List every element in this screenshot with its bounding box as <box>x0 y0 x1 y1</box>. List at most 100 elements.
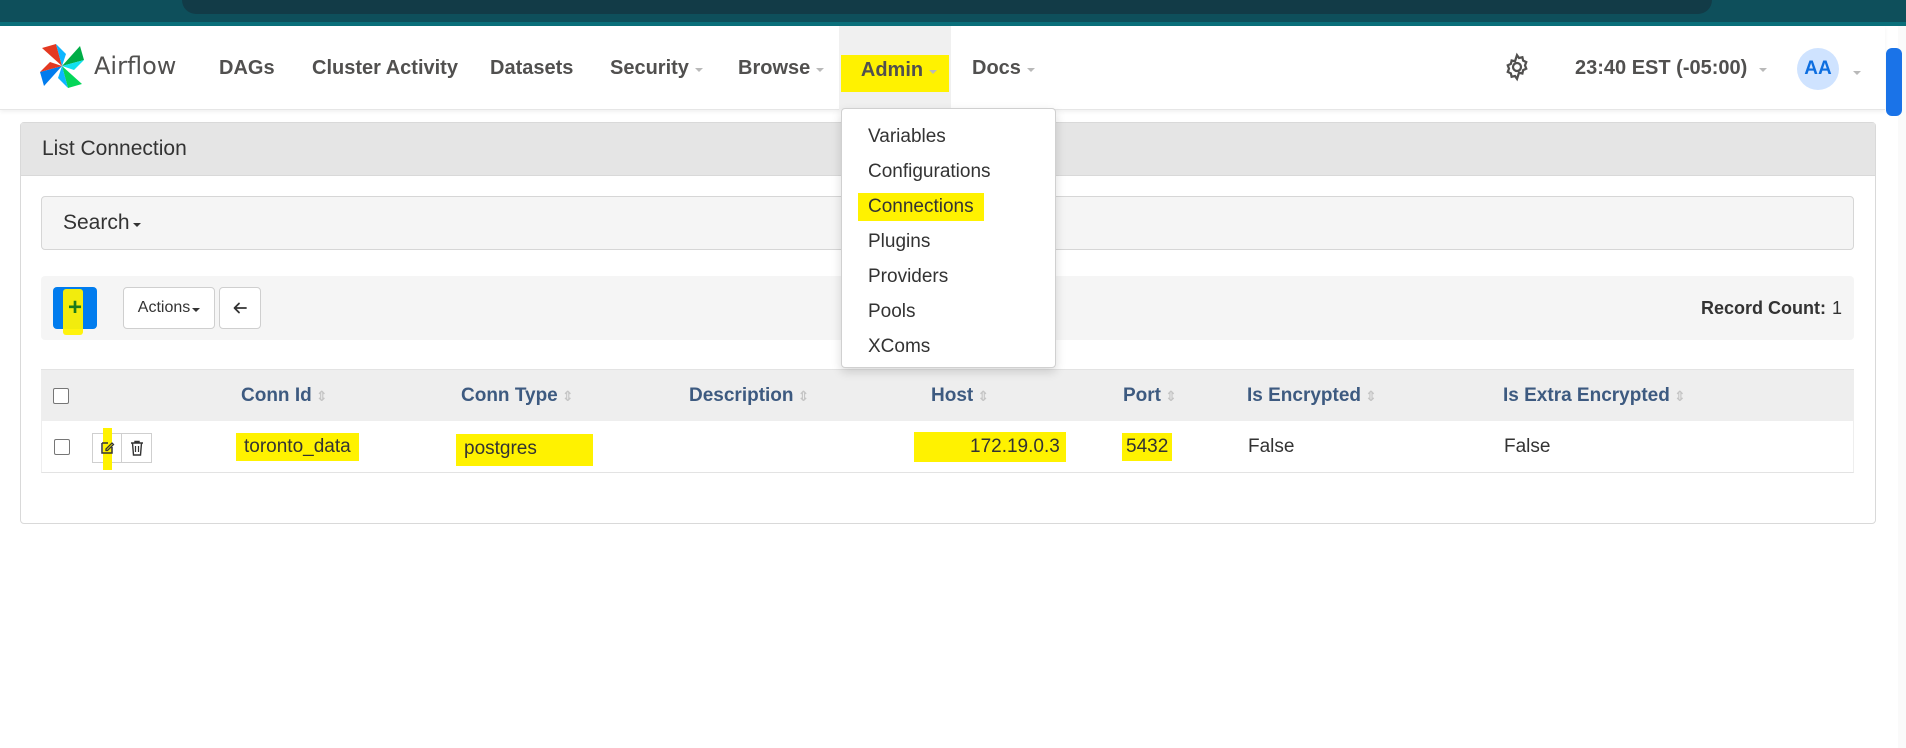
menu-item-pools[interactable]: Pools <box>842 294 1055 329</box>
column-label: Port <box>1123 385 1161 406</box>
menu-item-connections[interactable]: Connections <box>842 189 1055 224</box>
brand[interactable]: Airflow <box>36 38 176 94</box>
scrollbar-track <box>1898 26 1906 748</box>
menu-item-label: Connections <box>858 192 984 221</box>
menu-item-providers[interactable]: Providers <box>842 259 1055 294</box>
timezone-clock[interactable]: 23:40 EST (-05:00) <box>1575 26 1768 110</box>
nav-docs-label: Docs <box>972 56 1021 79</box>
add-connection-button[interactable]: + <box>53 287 97 335</box>
sort-icon: ⇕ <box>561 388 574 404</box>
table-header: Conn Id ⇕ Conn Type ⇕ Description ⇕ Host ⇕ P… <box>41 369 1854 421</box>
nav-dags-label: DAGs <box>219 56 275 79</box>
conn-id-value: toronto_data <box>236 433 359 461</box>
caret-down-icon <box>1026 67 1035 72</box>
column-header-is-extra-encrypted[interactable]: Is Extra Encrypted ⇕ <box>1503 370 1686 422</box>
search-label: Search <box>63 211 130 234</box>
trash-icon <box>130 440 143 456</box>
nav-browse-label: Browse <box>738 56 811 79</box>
host-value: 172.19.0.3 <box>914 432 1066 462</box>
nav-datasets[interactable]: Datasets <box>490 26 573 110</box>
nav-docs[interactable]: Docs <box>972 26 1035 110</box>
nav-admin[interactable]: Admin <box>839 26 951 110</box>
caret-down-icon <box>816 67 825 72</box>
menu-item-label: Plugins <box>868 230 931 252</box>
sort-icon: ⇕ <box>1673 388 1686 404</box>
menu-item-variables[interactable]: Variables <box>842 119 1055 154</box>
conn-type-value: postgres <box>456 434 593 466</box>
cell-conn-id: toronto_data <box>236 421 359 473</box>
admin-dropdown-menu: Variables Configurations Connections Plu… <box>841 108 1056 368</box>
admin-highlight: Admin <box>840 54 950 92</box>
cell-conn-type: postgres <box>456 421 593 473</box>
caret-down-icon <box>694 67 703 72</box>
airflow-logo-icon <box>40 44 84 88</box>
menu-item-label: Variables <box>868 125 946 147</box>
avatar[interactable]: AA <box>1797 48 1839 90</box>
menu-item-label: Configurations <box>868 160 991 182</box>
cell-is-encrypted: False <box>1248 436 1295 457</box>
nav-security[interactable]: Security <box>610 26 703 110</box>
gear-icon[interactable] <box>1502 52 1532 82</box>
brand-name: Airflow <box>94 52 177 80</box>
cell-is-extra-encrypted: False <box>1504 436 1551 457</box>
sort-icon: ⇕ <box>315 388 328 404</box>
back-button[interactable] <box>219 287 261 329</box>
row-actions <box>92 428 152 470</box>
nav-dags[interactable]: DAGs <box>219 26 275 110</box>
sort-icon: ⇕ <box>1365 388 1377 404</box>
column-label: Host <box>931 385 974 406</box>
nav-cluster-activity-label: Cluster Activity <box>312 56 458 79</box>
nav-browse[interactable]: Browse <box>738 26 825 110</box>
menu-item-label: Providers <box>868 265 949 287</box>
column-header-port[interactable]: Port ⇕ <box>1123 370 1177 422</box>
nav-cluster-activity[interactable]: Cluster Activity <box>312 26 458 110</box>
record-count-label: Record Count: <box>1700 297 1826 318</box>
browser-address-area <box>182 0 1712 14</box>
column-label: Conn Id <box>241 385 312 406</box>
column-header-is-encrypted[interactable]: Is Encrypted ⇕ <box>1247 370 1377 422</box>
sort-icon: ⇕ <box>977 388 989 404</box>
caret-down-icon <box>1759 67 1768 72</box>
edit-record-button[interactable] <box>92 428 122 470</box>
scrollbar-thumb[interactable] <box>1886 48 1902 116</box>
caret-down-icon <box>192 307 201 312</box>
actions-dropdown[interactable]: Actions <box>123 287 215 329</box>
nav-admin-label: Admin <box>860 58 924 81</box>
menu-item-label: Pools <box>868 300 916 322</box>
menu-item-plugins[interactable]: Plugins <box>842 224 1055 259</box>
browser-top-strip <box>0 0 1906 26</box>
nav-security-label: Security <box>610 56 689 79</box>
edit-icon <box>101 442 115 454</box>
caret-down-icon <box>929 69 938 74</box>
column-label: Is Encrypted <box>1247 385 1362 406</box>
menu-item-xcoms[interactable]: XComs <box>842 329 1055 364</box>
back-arrow-icon <box>233 302 247 314</box>
column-header-host[interactable]: Host ⇕ <box>931 370 989 422</box>
caret-down-icon <box>1853 71 1861 75</box>
port-value: 5432 <box>1122 433 1173 461</box>
column-label: Conn Type <box>461 385 558 406</box>
column-header-description[interactable]: Description ⇕ <box>689 370 809 422</box>
menu-item-configurations[interactable]: Configurations <box>842 154 1055 189</box>
column-label: Is Extra Encrypted <box>1503 385 1670 406</box>
top-navbar: Airflow DAGs Cluster Activity Datasets S… <box>0 26 1885 110</box>
record-count-value: 1 <box>1831 297 1842 318</box>
nav-datasets-label: Datasets <box>490 56 574 79</box>
add-icon: + <box>67 294 82 321</box>
column-label: Description <box>689 385 794 406</box>
delete-record-button[interactable] <box>122 433 152 463</box>
actions-label: Actions <box>137 299 191 316</box>
select-all-checkbox[interactable] <box>53 388 69 404</box>
table-row: toronto_data postgres 172.19.0.3 5432 Fa… <box>41 421 1854 473</box>
column-header-conn-id[interactable]: Conn Id ⇕ <box>241 370 327 422</box>
clock-label: 23:40 EST (-05:00) <box>1575 56 1748 79</box>
menu-item-label: XComs <box>868 335 931 357</box>
column-header-conn-type[interactable]: Conn Type ⇕ <box>461 370 574 422</box>
connections-table: Conn Id ⇕ Conn Type ⇕ Description ⇕ Host ⇕ P… <box>41 369 1854 473</box>
cell-port: 5432 <box>1122 421 1173 473</box>
row-select-checkbox[interactable] <box>54 439 70 455</box>
caret-down-icon <box>132 222 141 227</box>
record-count: Record Count: 1 <box>1701 276 1842 340</box>
cell-host: 172.19.0.3 <box>914 421 1066 473</box>
sort-icon: ⇕ <box>797 388 810 404</box>
